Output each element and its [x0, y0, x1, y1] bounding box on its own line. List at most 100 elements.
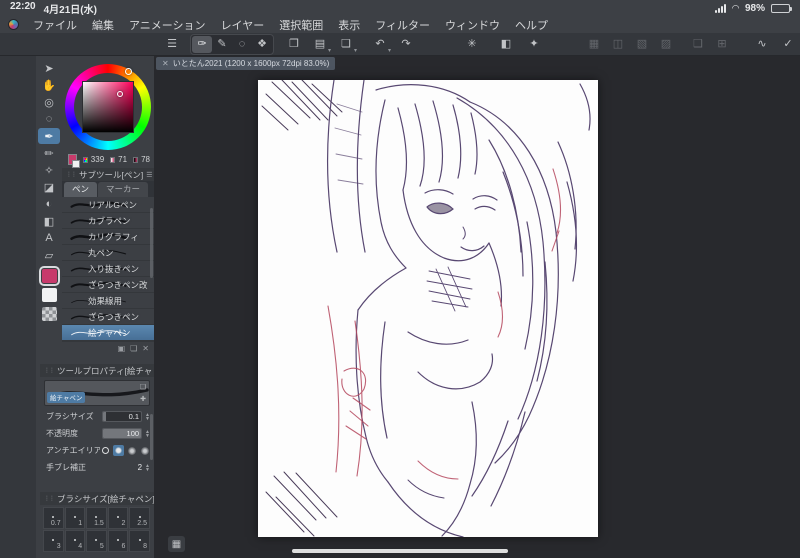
menu-item[interactable]: 編集	[92, 17, 114, 33]
menu-item[interactable]: レイヤー	[221, 17, 265, 33]
fill-tool[interactable]: ◧	[38, 213, 60, 229]
select-clear-icon[interactable]: ▨	[656, 36, 676, 53]
menu-item[interactable]: アニメーション	[129, 17, 206, 33]
drag-handle-icon[interactable]: ⋮⋮	[66, 171, 77, 178]
menu-item[interactable]: 選択範囲	[279, 17, 323, 33]
airbrush-tool[interactable]: ✧	[38, 162, 60, 178]
brush-size-cell[interactable]: 6	[107, 530, 129, 552]
pencil-tool[interactable]: ✏	[38, 145, 60, 161]
fill-icon[interactable]: ◧	[496, 36, 516, 53]
home-indicator[interactable]	[292, 549, 508, 553]
secondary-color-swatch[interactable]	[41, 288, 57, 302]
close-tab-icon[interactable]: ✕	[162, 59, 169, 68]
export-icon[interactable]: ❐	[284, 36, 304, 53]
timelapse-icon[interactable]: ✳	[462, 36, 482, 53]
brush-size-cell[interactable]: 1	[64, 507, 86, 529]
select-move-icon[interactable]: ◫	[608, 36, 628, 53]
hue-marker[interactable]	[125, 68, 132, 75]
menu-item[interactable]: フィルター	[375, 17, 430, 33]
pen-subtool-row[interactable]: ざらつきペン改	[62, 277, 154, 293]
brush-size-cell[interactable]: 4	[64, 530, 86, 552]
eraser-tool[interactable]: ◪	[38, 179, 60, 195]
text-tool[interactable]: A	[38, 230, 60, 246]
undo-icon[interactable]: ↶	[370, 36, 391, 54]
line-correct-icon[interactable]: ∿	[752, 36, 772, 53]
antialias-middle-option[interactable]	[126, 445, 137, 456]
toolbar-items: ☰✑✎◌❖❐▤❏↶↷✳◧✦▦◫▧▨❑⊞∿✓✔✐	[162, 33, 800, 55]
canvas[interactable]	[258, 80, 598, 537]
palette-dock-toggle-button[interactable]: ▦	[168, 536, 185, 552]
subtool-panel-header[interactable]: ⋮⋮ サブツール[ペン] ☰	[62, 168, 154, 181]
main-menu-icon[interactable]: ☰	[162, 36, 182, 53]
brush-size-cell[interactable]: 8	[129, 530, 150, 552]
register-brush-icon[interactable]: ❏	[140, 383, 146, 391]
pen-subtool-row[interactable]: 丸ペン	[62, 245, 154, 261]
brush-size-cell[interactable]: 3	[43, 530, 64, 552]
new-subtool-icon[interactable]: ▣	[118, 344, 126, 353]
brush-size-cell[interactable]: 2	[107, 507, 129, 529]
folder-icon[interactable]: ▤	[310, 36, 331, 54]
pen-mode-icon[interactable]: ✎	[212, 36, 232, 53]
brush-mode-icon[interactable]: ✑	[192, 35, 212, 53]
select-invert-icon[interactable]: ▧	[632, 36, 652, 53]
pen-subtool-row[interactable]: カリグラフィ	[62, 229, 154, 245]
subtool-tab[interactable]: ペン	[64, 182, 98, 197]
antialias-none-option[interactable]	[100, 445, 111, 456]
menu-item[interactable]: ヘルプ	[515, 17, 548, 33]
pen-subtool-row[interactable]: 絵チャペン	[62, 325, 154, 341]
brush-size-cell[interactable]: 2.5	[129, 507, 150, 529]
selection-tool[interactable]: ◌	[38, 111, 60, 127]
drag-handle-icon[interactable]: ⋮⋮	[44, 495, 55, 502]
duplicate-subtool-icon[interactable]: ❏	[130, 344, 137, 353]
brush-preview[interactable]: 絵チャペン ❏ ✚	[44, 380, 150, 406]
pen-subtool-row[interactable]: ざらつきペン	[62, 309, 154, 325]
brush-size-header[interactable]: ⋮⋮ ブラシサイズ[絵チャペン]	[40, 492, 154, 505]
sv-marker[interactable]	[117, 91, 123, 97]
menu-item[interactable]: 表示	[338, 17, 360, 33]
menu-item[interactable]: ファイル	[33, 17, 77, 33]
current-color-chip[interactable]	[68, 154, 80, 168]
zoom-tool[interactable]: ◎	[38, 94, 60, 110]
snap-check-icon[interactable]: ✓	[778, 36, 798, 53]
tool-property-header[interactable]: ⋮⋮ ツールプロパティ[絵チャ	[40, 364, 154, 377]
stepper-icon[interactable]: ▲ ▼	[145, 463, 150, 472]
antialias-strong-option[interactable]	[139, 445, 150, 456]
redo-icon[interactable]: ↷	[396, 36, 416, 53]
document-tab[interactable]: ✕ いとたん2021 (1200 x 1600px 72dpi 83.0%)	[156, 57, 336, 70]
blend-drop-icon[interactable]: ✦	[524, 36, 544, 53]
select-mode-icon[interactable]: ◌	[232, 36, 252, 53]
save-icon[interactable]: ❏	[336, 36, 357, 54]
add-brush-icon[interactable]: ✚	[140, 395, 146, 403]
property-scrollbar[interactable]	[150, 414, 153, 460]
saturation-value-square[interactable]	[82, 81, 134, 133]
delete-subtool-icon[interactable]: ✕	[142, 344, 149, 353]
subtool-scrollbar[interactable]	[150, 208, 153, 278]
move-tool[interactable]: ✋	[38, 77, 60, 93]
blend-tool[interactable]: ◐	[38, 196, 60, 212]
property-slider[interactable]: 100	[102, 428, 143, 439]
pen-subtool-row[interactable]: 入り抜きペン	[62, 261, 154, 277]
property-slider[interactable]: 0.1	[102, 411, 143, 422]
mesh-icon[interactable]: ⊞	[712, 36, 732, 53]
figure-tool[interactable]: ▱	[38, 247, 60, 263]
pen-subtool-row[interactable]: 効果線用	[62, 293, 154, 309]
drag-handle-icon[interactable]: ⋮⋮	[44, 367, 55, 374]
transform-icon[interactable]: ❑	[688, 36, 708, 53]
subtool-tab[interactable]: マーカー	[98, 182, 149, 197]
pen-subtool-row[interactable]: リアルGペン	[62, 197, 154, 213]
menu-item[interactable]: ウィンドウ	[445, 17, 500, 33]
primary-color-swatch[interactable]	[38, 266, 60, 286]
operate-tool[interactable]: ➤	[38, 60, 60, 76]
panel-menu-icon[interactable]: ☰	[146, 171, 152, 179]
brush-size-cell[interactable]: 0.7	[43, 507, 64, 529]
app-logo-icon[interactable]	[8, 19, 19, 30]
brush-size-cell[interactable]: 1.5	[86, 507, 107, 529]
antialias-weak-option[interactable]	[113, 445, 124, 456]
transparent-color-swatch[interactable]	[41, 307, 57, 321]
select-rect-icon[interactable]: ▦	[584, 36, 604, 53]
pen-subtool-row[interactable]: カブラペン	[62, 213, 154, 229]
color-wheel[interactable]	[62, 56, 154, 152]
deco-mode-icon[interactable]: ❖	[252, 36, 272, 53]
pen-tool[interactable]: ✒	[38, 128, 60, 144]
brush-size-cell[interactable]: 5	[86, 530, 107, 552]
